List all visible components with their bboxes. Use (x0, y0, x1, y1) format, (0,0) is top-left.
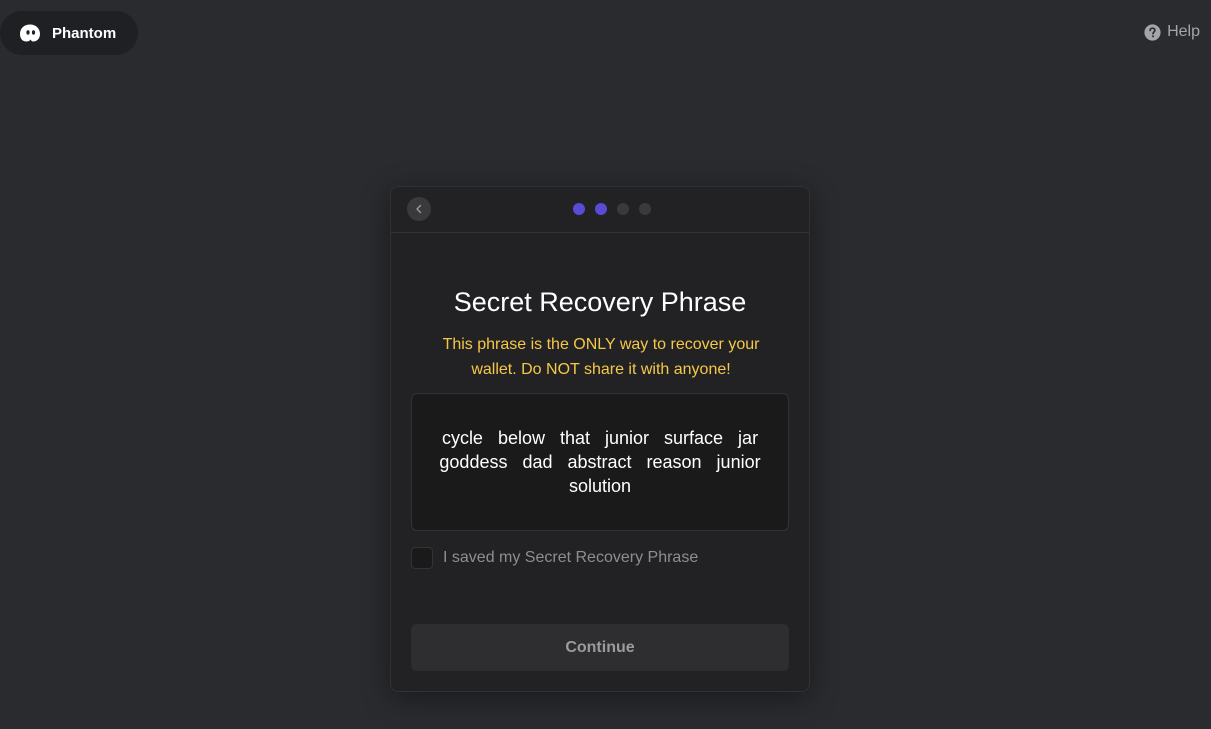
help-link[interactable]: Help (1144, 23, 1200, 41)
phantom-brand[interactable]: Phantom (0, 11, 138, 55)
onboarding-card: Secret Recovery Phrase This phrase is th… (390, 186, 810, 692)
help-icon (1144, 23, 1161, 41)
saved-phrase-checkbox[interactable] (411, 547, 433, 569)
help-label: Help (1167, 23, 1200, 40)
warning-text: This phrase is the ONLY way to recover y… (442, 336, 760, 378)
card-header (391, 187, 809, 233)
phantom-ghost-icon (20, 24, 40, 42)
saved-phrase-checkbox-row[interactable]: I saved my Secret Recovery Phrase (411, 547, 698, 569)
step-dot (573, 203, 585, 215)
step-dot (595, 203, 607, 215)
step-dot (639, 203, 651, 215)
brand-name: Phantom (52, 24, 117, 42)
back-button[interactable] (407, 197, 431, 221)
chevron-left-icon (416, 204, 422, 214)
recovery-phrase-box: cycle below that junior surface jar godd… (411, 393, 789, 531)
step-dot (617, 203, 629, 215)
saved-phrase-label: I saved my Secret Recovery Phrase (443, 549, 699, 566)
page-title: Secret Recovery Phrase (453, 287, 747, 317)
continue-button[interactable]: Continue (411, 624, 789, 671)
step-indicator (573, 203, 651, 215)
recovery-phrase-text: cycle below that junior surface jar godd… (439, 428, 761, 496)
